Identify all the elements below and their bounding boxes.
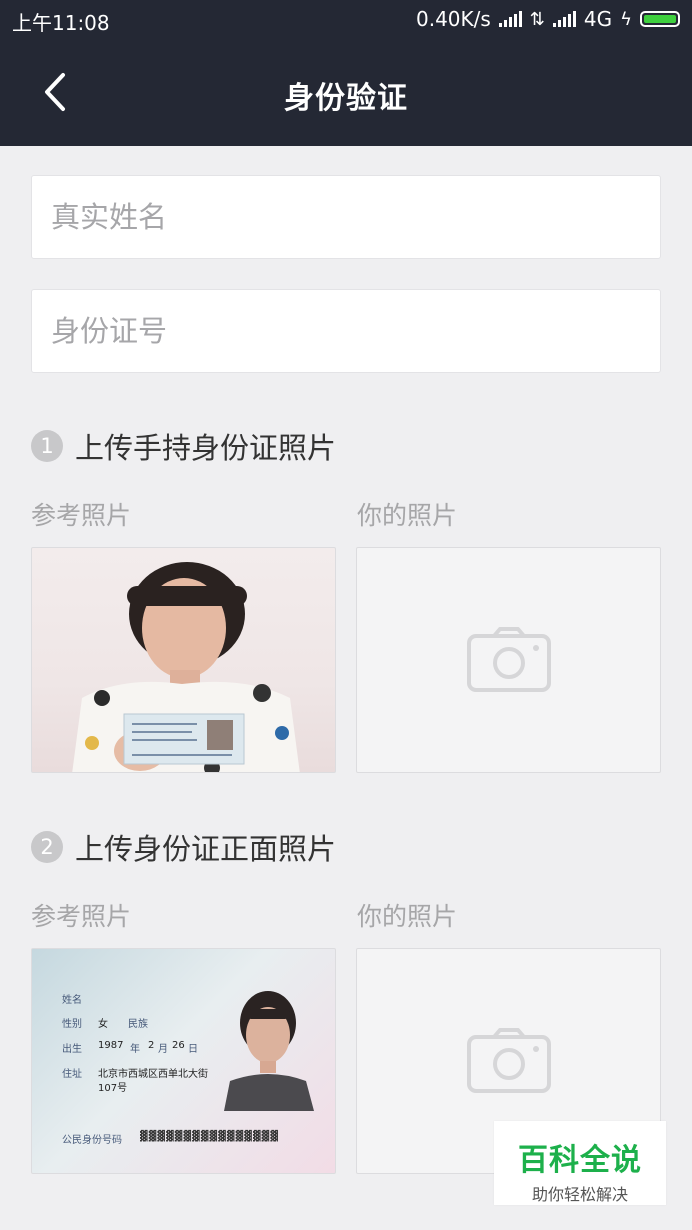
step-title: 上传手持身份证照片 [75, 431, 337, 465]
watermark-title: 百科全说 [518, 1143, 642, 1178]
reference-photo-id-front: 姓名 性别 女 民族 出生 1987 年 2 月 26 日 住址 北京市西城区西… [31, 948, 336, 1174]
id-birth-day: 26 [172, 1040, 185, 1051]
camera-icon [466, 627, 551, 692]
your-photo-label: 你的照片 [357, 501, 458, 530]
page-title: 身份验证 [284, 81, 408, 116]
step-2-heading: 2 上传身份证正面照片 [31, 826, 336, 868]
id-number-label: 公民身份号码 [62, 1135, 122, 1146]
status-time: 上午11:08 [12, 11, 110, 35]
id-birth-day-unit: 日 [188, 1044, 198, 1055]
id-name-label: 姓名 [62, 995, 82, 1006]
id-birth-month-unit: 月 [158, 1044, 168, 1055]
id-birth-year-unit: 年 [130, 1044, 140, 1055]
watermark-subtitle: 助你轻松解决 [531, 1185, 628, 1204]
status-right: 0.40K/s ⇅ 4G ϟ [416, 7, 680, 31]
reference-photo-label: 参考照片 [31, 902, 132, 931]
nav-bar: 身份验证 [0, 40, 692, 146]
step-1-heading: 1 上传手持身份证照片 [31, 425, 336, 467]
baike-watermark: 百科全说 助你轻松解决 [494, 1121, 666, 1205]
id-portrait [224, 991, 314, 1111]
handheld-id-illustration [72, 562, 300, 772]
data-transfer-icon: ⇅ [529, 8, 545, 30]
step-number-badge: 2 [31, 831, 63, 863]
id-birth-year: 1987 [98, 1040, 124, 1051]
charging-icon: ϟ [620, 8, 632, 30]
id-birth-month: 2 [148, 1040, 155, 1051]
status-bar: 上午11:08 0.40K/s ⇅ 4G ϟ [0, 0, 692, 40]
id-number-field[interactable] [31, 289, 661, 373]
reference-photo-handheld [31, 547, 336, 773]
id-address-value: 北京市西城区西单北大街 [98, 1069, 208, 1080]
id-address-value-2: 107号 [98, 1083, 128, 1094]
id-birth-label: 出生 [62, 1044, 82, 1055]
camera-icon [466, 1028, 551, 1093]
upload-handheld-photo[interactable] [356, 547, 661, 773]
id-address-label: 住址 [62, 1069, 82, 1080]
id-ethnicity-label: 民族 [128, 1019, 148, 1030]
step-title: 上传身份证正面照片 [75, 832, 337, 866]
real-name-field[interactable] [31, 175, 661, 259]
battery-icon [640, 11, 680, 27]
id-gender-value: 女 [98, 1019, 108, 1030]
reference-photo-label: 参考照片 [31, 501, 132, 530]
network-speed: 0.40K/s [415, 7, 491, 31]
id-number-input[interactable] [32, 290, 660, 372]
network-type: 4G [583, 7, 613, 31]
signal-icon-2 [552, 11, 576, 27]
real-name-input[interactable] [32, 176, 660, 258]
signal-icon [498, 11, 522, 27]
step-number-badge: 1 [31, 430, 63, 462]
id-gender-label: 性别 [62, 1019, 82, 1030]
your-photo-label: 你的照片 [357, 902, 458, 931]
id-number-blurred: ▓▓▓▓▓▓▓▓▓▓▓▓▓▓▓▓ [140, 1131, 280, 1142]
